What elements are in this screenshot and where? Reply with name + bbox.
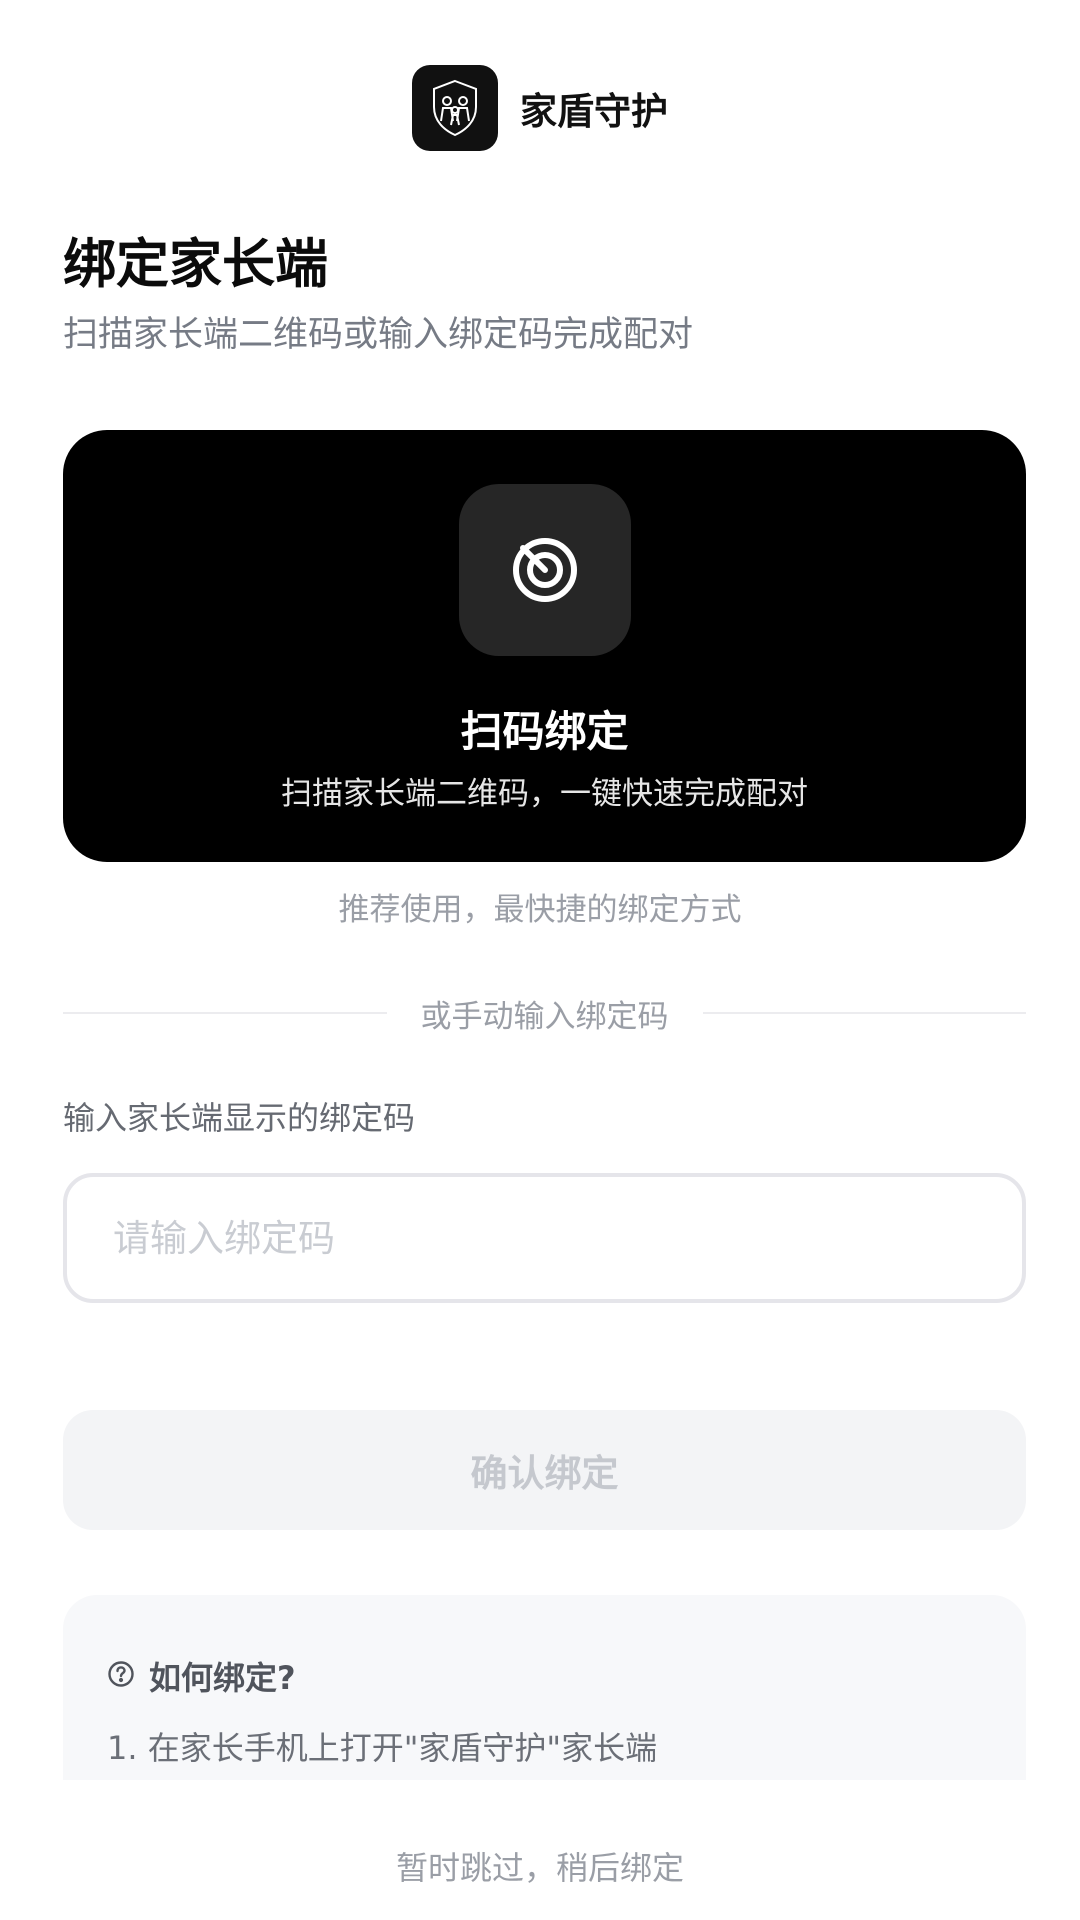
skip-bind-link[interactable]: 暂时跳过，稍后绑定: [0, 1843, 1080, 1889]
divider-text: 或手动输入绑定码: [420, 998, 669, 1035]
help-step: 1. 在家长手机上打开"家盾守护"家长端: [107, 1729, 658, 1767]
app-header: 家盾守护: [0, 64, 1080, 152]
divider-line-right: [702, 1012, 1026, 1014]
bind-parent-page: 家盾守护 绑定家长端 扫描家长端二维码或输入绑定码完成配对 扫码绑定 扫描家长端…: [0, 0, 1080, 1920]
bind-code-input[interactable]: [63, 1173, 1026, 1303]
how-to-bind-panel: 如何绑定? 1. 在家长手机上打开"家盾守护"家长端: [63, 1595, 1026, 1780]
page-title: 绑定家长端: [63, 234, 328, 295]
family-shield-icon: [412, 65, 498, 151]
scan-card-title: 扫码绑定: [460, 707, 629, 756]
help-title: 如何绑定?: [149, 1659, 296, 1697]
or-divider: 或手动输入绑定码: [63, 990, 1026, 1036]
page-subtitle: 扫描家长端二维码或输入绑定码完成配对: [63, 315, 694, 355]
scan-bind-card[interactable]: 扫码绑定 扫描家长端二维码，一键快速完成配对: [63, 430, 1026, 862]
divider-line-left: [63, 1012, 387, 1014]
recommend-note: 推荐使用，最快捷的绑定方式: [338, 892, 742, 928]
scan-card-description: 扫描家长端二维码，一键快速完成配对: [281, 776, 808, 812]
app-name: 家盾守护: [520, 90, 668, 133]
question-circle-icon: [107, 1660, 135, 1692]
confirm-bind-button[interactable]: 确认绑定: [63, 1410, 1026, 1530]
bind-code-label: 输入家长端显示的绑定码: [63, 1099, 416, 1137]
scan-target-icon: [459, 484, 631, 656]
help-header: 如何绑定?: [107, 1653, 296, 1699]
